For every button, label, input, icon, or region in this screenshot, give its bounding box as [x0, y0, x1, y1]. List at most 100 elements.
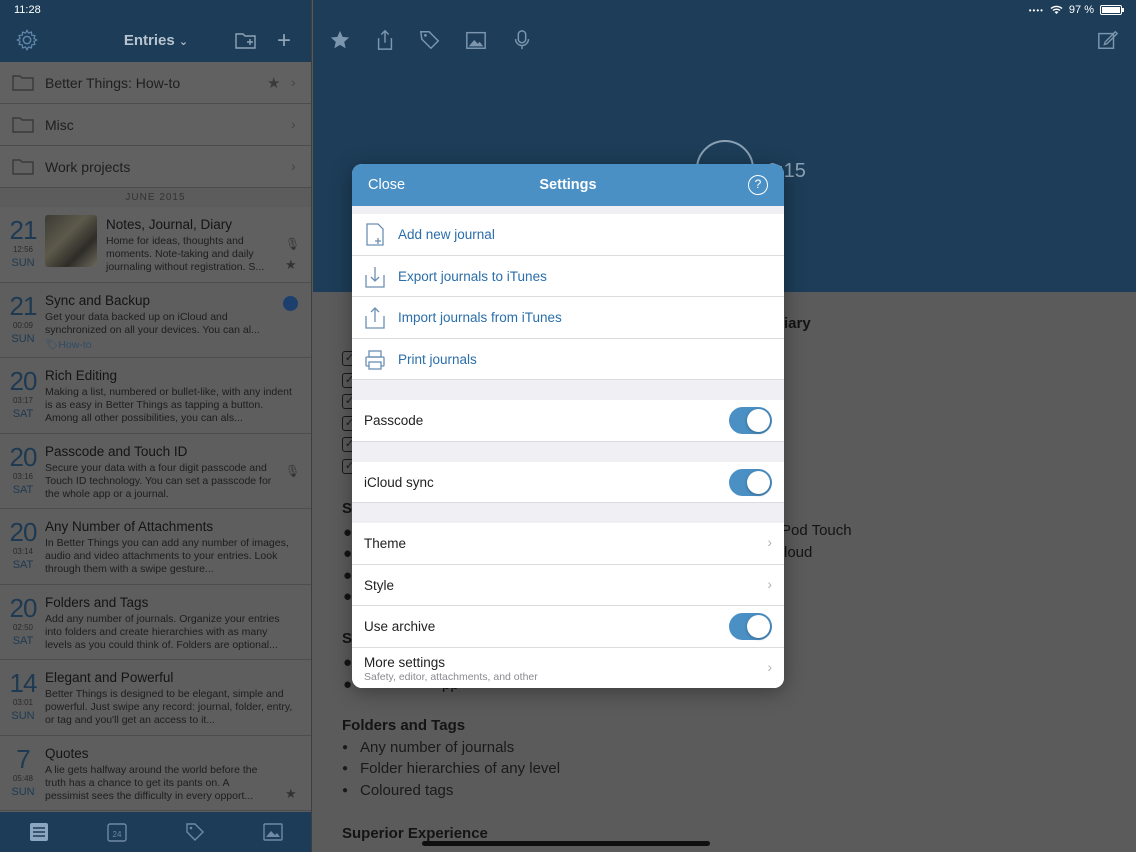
chevron-right-icon: › — [291, 74, 296, 90]
doc-heading-fragment: iary — [784, 315, 811, 332]
add-journal-row[interactable]: Add new journal — [352, 214, 784, 256]
import-journals-label: Import journals from iTunes — [398, 310, 562, 325]
doc-text-fragment: Pod Touch — [781, 522, 852, 539]
chevron-right-icon: › — [291, 158, 296, 174]
image-icon[interactable] — [465, 28, 487, 52]
entry-day: 21 — [9, 215, 38, 245]
entry-time: 03:14 — [12, 547, 34, 556]
entry-toolbar — [313, 28, 1136, 56]
entry-row[interactable]: 20 03:17 SAT Rich Editing Making a list,… — [0, 358, 311, 434]
help-icon[interactable]: ? — [748, 175, 768, 195]
folder-icon — [12, 117, 34, 133]
icloud-sync-label: iCloud sync — [364, 474, 434, 490]
export-journals-label: Export journals to iTunes — [398, 268, 547, 284]
passcode-row: Passcode — [352, 400, 784, 442]
bullet-dot: ● — [343, 524, 353, 541]
entry-time: 05:48 — [12, 773, 34, 783]
entry-time: 12:56 — [12, 245, 34, 254]
sidebar: Entries ⌄ + Better Things: How-to ★ › Mi… — [0, 0, 312, 852]
calendar-tab-icon[interactable]: 24 — [107, 822, 127, 842]
entry-row[interactable]: 7 05:48 SUN Quotes A lie gets halfway ar… — [0, 735, 311, 811]
entry-title: Quotes — [45, 745, 89, 761]
entry-row[interactable]: 20 03:16 SAT Passcode and Touch ID Secur… — [0, 433, 311, 509]
printer-icon — [365, 349, 385, 370]
icloud-sync-row: iCloud sync — [352, 461, 784, 503]
more-settings-label: More settings — [364, 654, 446, 670]
share-icon[interactable] — [374, 28, 396, 52]
entry-preview: Add any number of journals. Organize you… — [45, 612, 280, 651]
entry-title: Notes, Journal, Diary — [106, 217, 233, 232]
compose-icon[interactable] — [1097, 28, 1119, 52]
entry-row[interactable]: 14 03:01 SUN Elegant and Powerful Better… — [0, 660, 311, 736]
chevron-right-icon: › — [767, 534, 772, 550]
entry-time: 03:01 — [12, 698, 34, 707]
bullet-dot: ● — [343, 654, 353, 671]
tag-icon[interactable] — [419, 28, 441, 52]
folder-row[interactable]: Work projects › — [0, 146, 311, 188]
add-entry-icon[interactable]: + — [277, 27, 291, 55]
list-tab-icon[interactable] — [29, 822, 49, 842]
tags-tab-icon[interactable] — [185, 822, 205, 842]
chevron-right-icon: › — [291, 116, 296, 132]
use-archive-toggle[interactable] — [729, 613, 772, 640]
bullet-dot: ● — [343, 588, 353, 605]
entry-tag: 🏷How-to — [45, 338, 92, 351]
star-icon: ★ — [285, 257, 297, 272]
media-tab-icon[interactable] — [263, 822, 283, 842]
unread-dot — [283, 295, 298, 311]
entry-row[interactable]: 21 12:56 SUN Notes, Journal, Diary Home … — [0, 207, 311, 283]
more-settings-subtitle: Safety, editor, attachments, and other — [364, 670, 538, 683]
entry-preview: Get your data backed up on iCloud and sy… — [45, 310, 260, 336]
chevron-right-icon: › — [767, 575, 772, 592]
more-settings-row[interactable]: More settings Safety, editor, attachment… — [352, 647, 784, 688]
icloud-sync-toggle[interactable] — [729, 468, 772, 496]
print-journals-row[interactable]: Print journals — [352, 338, 784, 380]
entry-day: 20 — [9, 441, 38, 472]
import-icon — [365, 307, 385, 329]
entry-title: Folders and Tags — [45, 594, 149, 610]
doc-heading: Superior Experience — [342, 825, 488, 842]
passcode-toggle[interactable] — [729, 407, 772, 434]
entry-weekday: SAT — [12, 408, 34, 420]
folder-add-icon[interactable] — [235, 31, 257, 49]
theme-label: Theme — [364, 536, 407, 551]
star-icon[interactable] — [329, 28, 351, 52]
style-row[interactable]: Style › — [352, 564, 784, 606]
entry-row[interactable]: 20 03:14 SAT Any Number of Attachments I… — [0, 509, 311, 585]
microphone-icon: 🎙 — [285, 463, 301, 478]
entry-time: 03:16 — [12, 471, 34, 481]
entry-weekday: SUN — [11, 257, 35, 269]
bullet-dot: ● — [343, 545, 353, 562]
home-indicator — [422, 841, 710, 846]
entry-preview: In Better Things you can add any number … — [45, 537, 289, 575]
entry-preview: Making a list, numbered or bullet-like, … — [45, 386, 292, 424]
use-archive-row: Use archive — [352, 606, 784, 648]
folder-row[interactable]: Better Things: How-to ★ › — [0, 62, 311, 104]
microphone-icon: 🎙 — [285, 237, 301, 251]
calendar-tab-date: 24 — [113, 830, 122, 839]
import-journals-row[interactable]: Import journals from iTunes — [352, 297, 784, 339]
microphone-icon[interactable] — [511, 28, 533, 52]
entry-row[interactable]: 21 00:09 SUN Sync and Backup Get your da… — [0, 282, 311, 358]
entry-weekday: SUN — [11, 785, 35, 798]
folder-row[interactable]: Misc › — [0, 104, 311, 146]
entry-title: Elegant and Powerful — [45, 670, 174, 685]
entry-row[interactable]: 20 02:50 SAT Folders and Tags Add any nu… — [0, 584, 311, 660]
entries-title: Entries — [123, 32, 175, 49]
export-journals-row[interactable]: Export journals to iTunes — [352, 255, 784, 297]
folder-label: Work projects — [45, 159, 131, 175]
entry-day: 14 — [9, 668, 38, 698]
battery-percent: 97 % — [1068, 4, 1094, 16]
entries-dropdown[interactable]: Entries ⌄ — [0, 32, 311, 49]
section-gap — [352, 441, 784, 462]
bullet-dot: ● — [343, 676, 353, 693]
chevron-down-icon: ⌄ — [178, 36, 189, 48]
status-time: 11:28 — [14, 4, 41, 16]
add-journal-label: Add new journal — [398, 227, 495, 242]
star-icon: ★ — [267, 75, 281, 92]
wifi-icon — [1050, 5, 1063, 14]
theme-row[interactable]: Theme › — [352, 523, 784, 565]
passcode-label: Passcode — [364, 413, 424, 428]
settings-dialog: Close Settings ? Add new journal Export … — [352, 164, 784, 688]
add-journal-icon — [366, 223, 384, 246]
